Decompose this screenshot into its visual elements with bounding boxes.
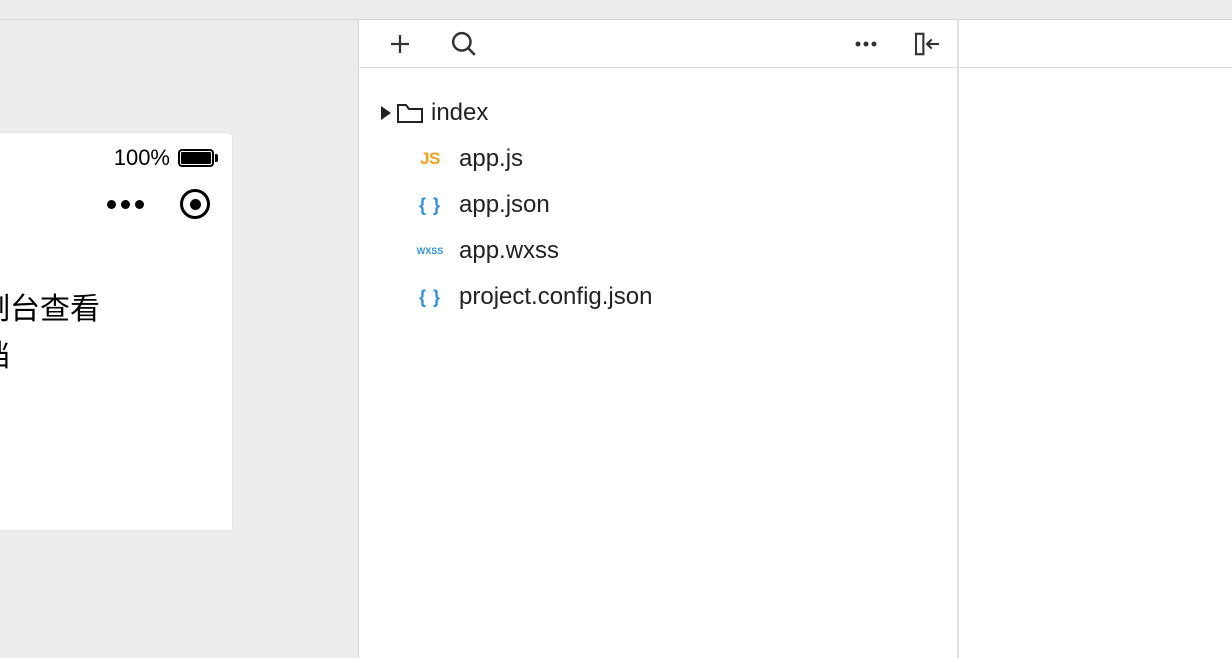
explorer-toolbar xyxy=(359,20,957,68)
file-name: project.config.json xyxy=(459,283,652,311)
phone-content: 制台查看 档 xyxy=(0,231,232,530)
wxss-file-icon: WXSS xyxy=(409,246,451,256)
toolbar-right xyxy=(853,31,941,57)
file-item[interactable]: { } project.config.json xyxy=(359,274,957,320)
more-dots-icon[interactable] xyxy=(107,200,144,209)
file-explorer: index JS app.js { } app.json WXSS app.wx… xyxy=(358,20,958,658)
editor-toolbar xyxy=(959,20,1232,68)
collapse-panel-icon[interactable] xyxy=(915,31,941,57)
content-line: 档 xyxy=(0,334,232,381)
file-item[interactable]: WXSS app.wxss xyxy=(359,228,957,274)
chevron-right-icon xyxy=(377,106,395,120)
json-file-icon: { } xyxy=(409,195,451,216)
battery-fill xyxy=(181,152,211,164)
file-item[interactable]: { } app.json xyxy=(359,182,957,228)
js-file-icon: JS xyxy=(409,149,451,169)
file-tree: index JS app.js { } app.json WXSS app.wx… xyxy=(359,68,957,342)
content-line: 制台查看 xyxy=(0,287,232,334)
more-options-icon[interactable] xyxy=(853,31,879,57)
app-top-bar xyxy=(0,0,1232,20)
file-name: app.wxss xyxy=(459,237,559,265)
editor-panel xyxy=(958,20,1232,658)
toolbar-left xyxy=(375,31,477,57)
simulator-panel: 100% 制台查看 档 xyxy=(0,20,358,658)
file-item[interactable]: JS app.js xyxy=(359,136,957,182)
folder-icon xyxy=(395,102,425,124)
folder-item[interactable]: index xyxy=(359,90,957,136)
search-icon[interactable] xyxy=(451,31,477,57)
file-name: app.js xyxy=(459,145,523,173)
folder-name: index xyxy=(431,99,488,127)
add-icon[interactable] xyxy=(387,31,413,57)
phone-frame: 100% 制台查看 档 xyxy=(0,133,232,530)
json-file-icon: { } xyxy=(409,287,451,308)
battery-icon xyxy=(178,149,214,167)
main-area: 100% 制台查看 档 xyxy=(0,20,1232,658)
battery-percent: 100% xyxy=(114,145,170,171)
phone-capsule-row xyxy=(0,177,232,231)
target-icon[interactable] xyxy=(180,189,210,219)
file-name: app.json xyxy=(459,191,550,219)
phone-status-bar: 100% xyxy=(0,133,232,177)
